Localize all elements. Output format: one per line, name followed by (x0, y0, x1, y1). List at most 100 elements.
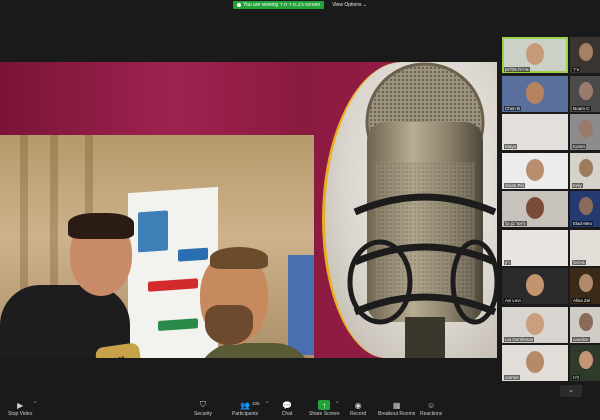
share-screen-label: Share Screen (309, 411, 340, 417)
security-label: Security (194, 411, 213, 417)
participant-name: Alisa Zel (572, 298, 592, 303)
participant-name: ליאור בן גל (504, 221, 527, 226)
participant-tile[interactable]: Sivan Piri (502, 152, 568, 189)
participant-avatar (526, 351, 544, 373)
participant-name: Chen B (504, 105, 522, 111)
chat-bubble-icon: 💬 (282, 400, 292, 410)
share-screen-button[interactable]: ↑ Share Screen (309, 400, 340, 417)
chat-label: Chat (281, 411, 293, 417)
soldier-beard (205, 305, 253, 345)
banner-logo (148, 278, 198, 292)
security-button[interactable]: ⛉ Security (194, 400, 212, 417)
microphone-image (322, 62, 497, 358)
participant-tile[interactable]: ליאור בן גל (502, 191, 568, 227)
participant-name: carmel (504, 375, 520, 380)
participant-avatar (579, 274, 593, 292)
view-options-label: View Options (332, 2, 362, 8)
top-banner: You are viewing ב.פ.ד.ת.ד's screen View … (0, 0, 600, 10)
participants-label: Participants (232, 411, 259, 417)
record-button[interactable]: ◉ Record (350, 400, 367, 418)
stop-video-button[interactable]: ▶ Stop Video (8, 400, 33, 418)
participant-name: Kely (572, 182, 583, 188)
participant-gallery: אירית פלדמן ורד Chen B Noam C Maya Koren Sivan… (500, 37, 600, 387)
participant-avatar (526, 81, 544, 104)
participant-tile[interactable]: Lia Gershman (502, 306, 568, 343)
participant-tile[interactable]: Kely (570, 152, 600, 189)
participant-avatar (526, 197, 544, 219)
view-options-button[interactable]: View Options ⌄ (332, 2, 367, 8)
record-icon: ◉ (354, 400, 362, 410)
participant-avatar (579, 312, 593, 331)
participant-avatar (579, 81, 593, 100)
participant-name: candice (572, 336, 590, 342)
participant-name: רון (504, 259, 511, 265)
participant-tile[interactable]: Maya (502, 114, 568, 150)
breakout-rooms-label: Breakout Rooms (378, 411, 416, 417)
participant-avatar (526, 312, 544, 335)
gallery-down-arrow[interactable]: ⌄ (560, 385, 582, 397)
shared-screen: ynet (0, 62, 497, 358)
participant-avatar (526, 274, 544, 296)
participant-name: Maya (504, 144, 518, 149)
reactions-label: Reactions (420, 411, 443, 417)
participant-tile[interactable]: Elad Meo (570, 191, 600, 227)
banner-logo (158, 318, 198, 332)
participants-icon: 👥 (240, 400, 251, 410)
participant-count: 105 (252, 401, 260, 406)
participant-name: Sivan Piri (504, 182, 526, 188)
participant-name: Elad Meo (572, 221, 594, 226)
participant-tile[interactable]: Noam C (570, 75, 600, 112)
participants-options-caret[interactable]: ^ (266, 401, 268, 407)
participant-avatar (579, 43, 593, 61)
participant-avatar (526, 43, 544, 65)
interview-photo: ynet (0, 135, 314, 358)
participant-tile[interactable]: Chen B (502, 75, 568, 112)
participant-name: אירית פלדמן (504, 67, 530, 72)
participant-name: ורד (572, 67, 581, 72)
participant-tile[interactable]: Avi Levi (502, 268, 568, 304)
participant-tile[interactable]: candice (570, 306, 600, 343)
breakout-rooms-icon: ▦ (392, 400, 401, 410)
video-camera-icon: ▶ (17, 400, 24, 410)
participant-name: Lia Gershman (504, 336, 535, 342)
share-dot-icon (237, 3, 242, 7)
participant-tile[interactable]: אירית פלדמן (502, 37, 568, 73)
participant-tile[interactable]: מיכאל (570, 229, 600, 266)
participant-name: ליה (572, 375, 581, 380)
share-options-caret[interactable]: ^ (336, 401, 338, 407)
studio-microphone-icon (347, 62, 497, 358)
participant-tile[interactable]: ורד (570, 37, 600, 73)
banner-logo (138, 210, 168, 253)
breakout-rooms-button[interactable]: ▦ Breakout Rooms (378, 400, 416, 418)
participant-avatar (579, 351, 593, 369)
background-person (288, 255, 314, 355)
stop-video-label: Stop Video (8, 411, 33, 417)
record-label: Record (350, 411, 367, 417)
meeting-toolbar (0, 398, 600, 420)
participant-name: Noam C (572, 105, 591, 111)
participant-name: Avi Levi (504, 298, 522, 303)
banner-logo (178, 247, 208, 262)
soldier-hair (210, 247, 268, 269)
participant-avatar (526, 158, 544, 181)
participant-name: Koren (572, 144, 587, 149)
participant-tile[interactable]: carmel (502, 345, 568, 381)
reactions-button[interactable]: ☺ Reactions (420, 400, 443, 418)
participant-tile[interactable]: Alisa Zel (570, 268, 600, 304)
participant-name: מיכאל (572, 259, 586, 265)
share-notice-text: You are viewing ב.פ.ד.ת.ד's screen (243, 2, 321, 8)
participant-tile[interactable]: רון (502, 229, 568, 266)
participant-avatar (579, 120, 593, 138)
share-screen-icon: ↑ (318, 400, 331, 410)
participant-avatar (579, 158, 593, 177)
participant-avatar (579, 197, 593, 215)
man-left-hair (68, 213, 134, 239)
shield-icon: ⛉ (200, 400, 207, 409)
participant-tile[interactable]: Koren (570, 114, 600, 150)
chevron-down-icon: ⌄ (362, 2, 367, 8)
reaction-plus-icon: ☺ (427, 400, 436, 410)
chat-button[interactable]: 💬 Chat (281, 400, 293, 418)
screen-share-notice: You are viewing ב.פ.ד.ת.ד's screen (233, 1, 325, 9)
participant-tile[interactable]: ליה (570, 345, 600, 381)
video-options-caret[interactable]: ^ (34, 401, 36, 407)
